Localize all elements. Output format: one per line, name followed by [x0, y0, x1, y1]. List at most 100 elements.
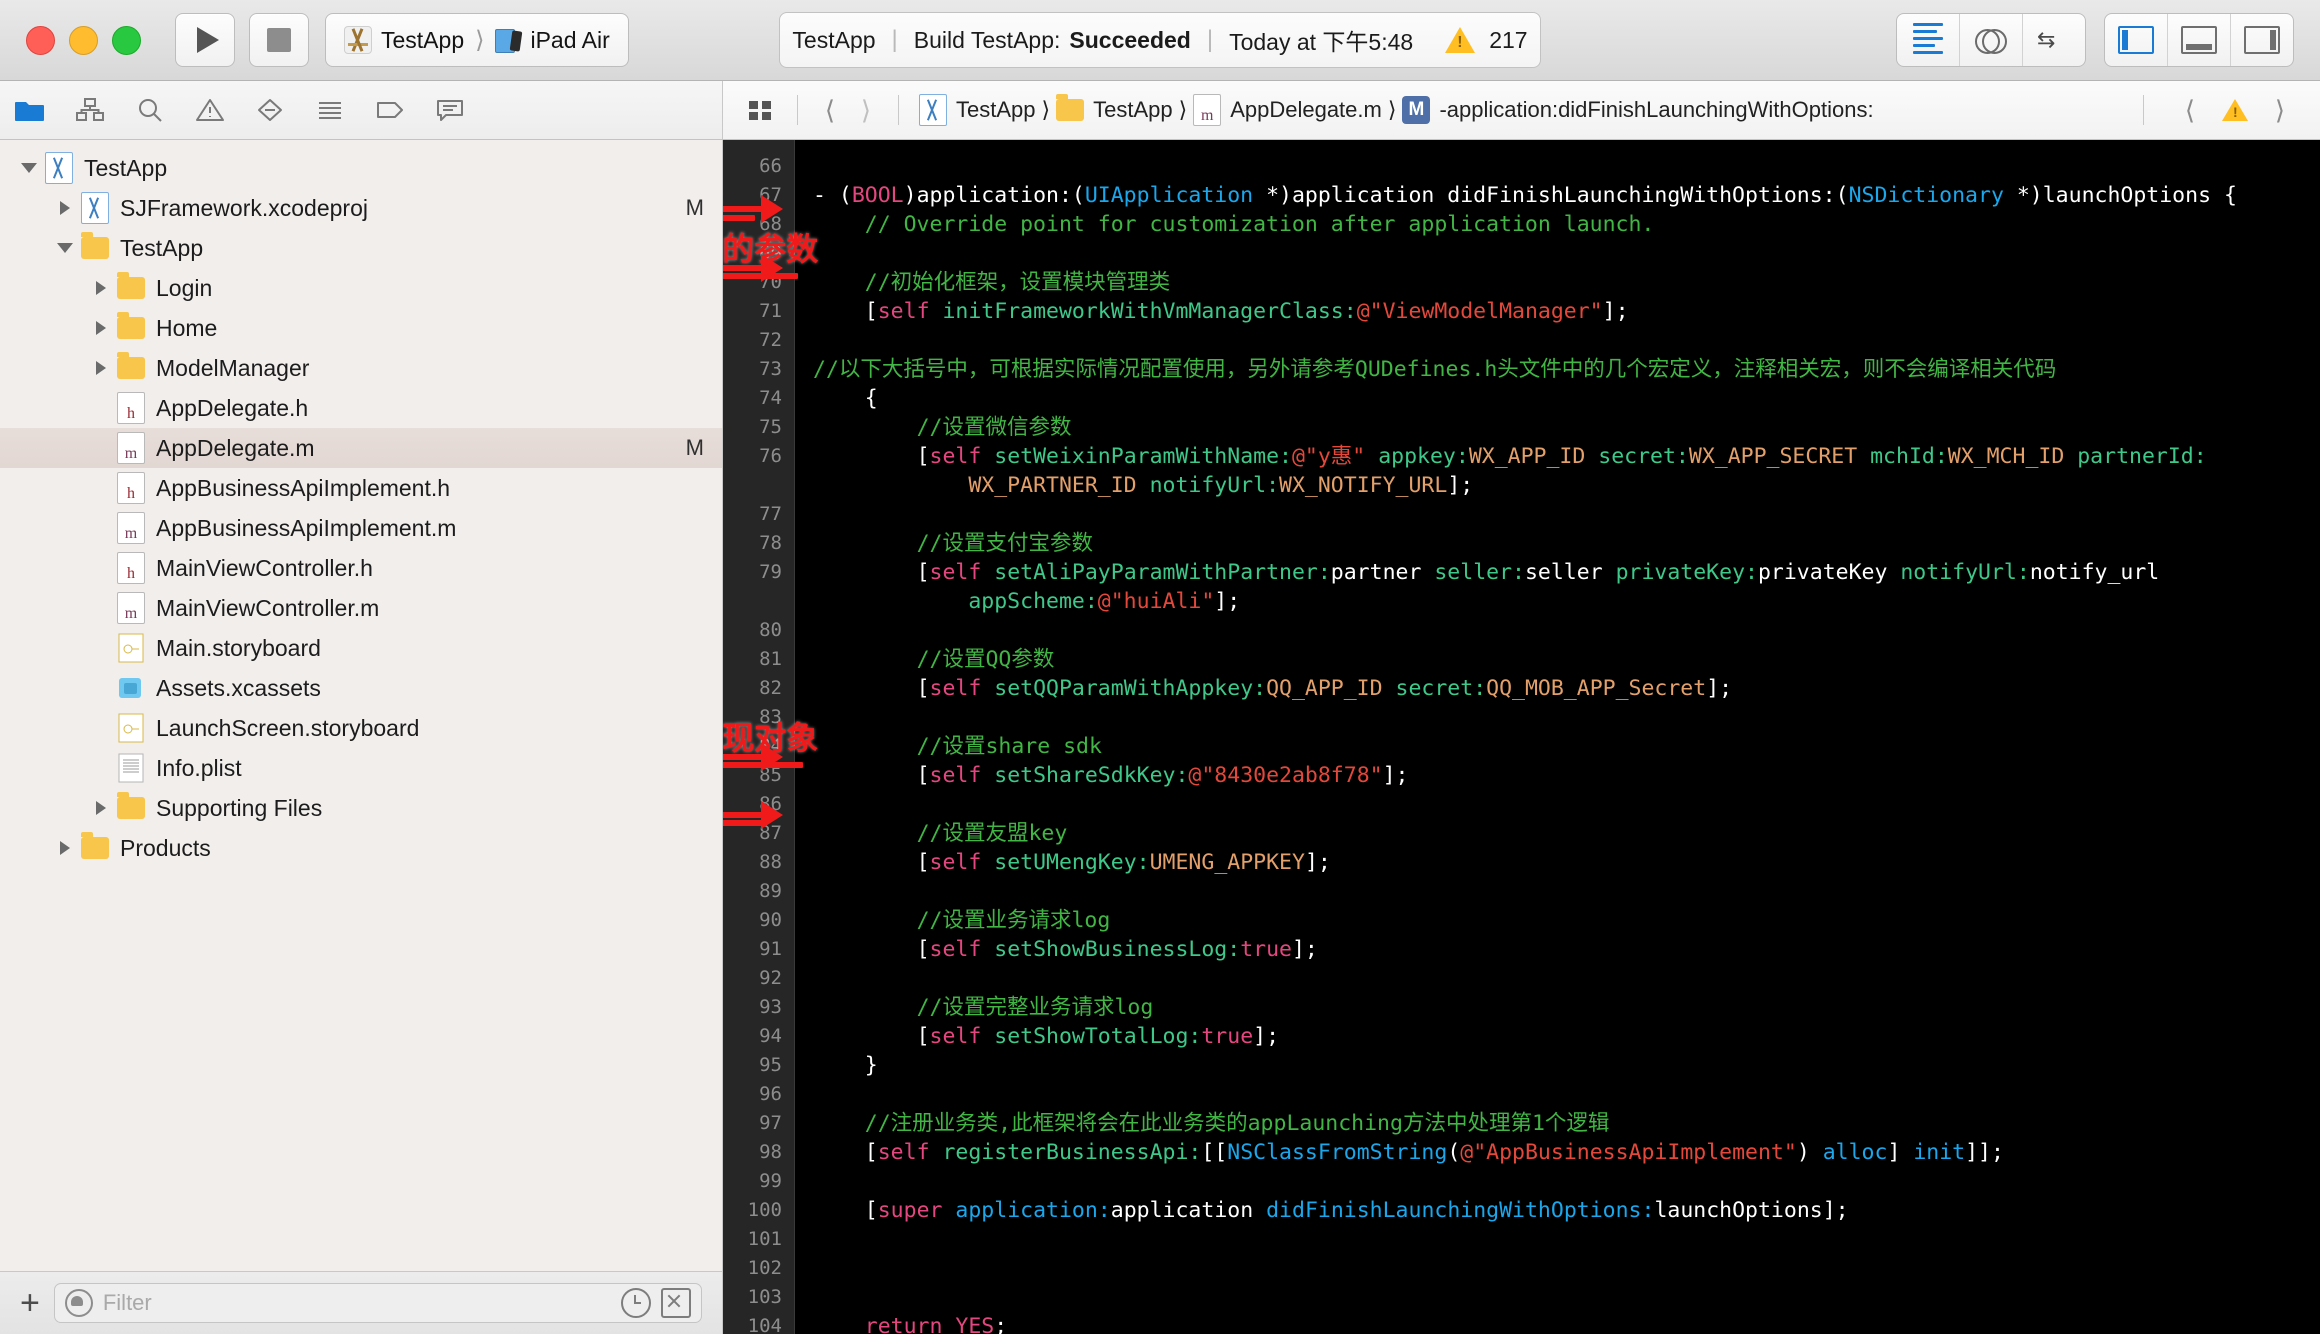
disclosure-triangle-icon[interactable]	[90, 317, 112, 339]
code-line[interactable]: //设置业务请求log	[813, 906, 2320, 935]
breadcrumb-group[interactable]: TestApp	[1050, 94, 1179, 123]
disclosure-triangle-icon[interactable]	[54, 837, 76, 859]
recent-files-icon[interactable]	[621, 1288, 651, 1318]
navigator-row-appdelegate-h[interactable]: h AppDelegate.h	[0, 388, 722, 428]
line-number[interactable]: 95	[723, 1051, 782, 1080]
scheme-selector[interactable]: TestApp ⟩ iPad Air	[325, 13, 629, 67]
line-number[interactable]: 73	[723, 355, 782, 384]
line-number[interactable]: 88	[723, 848, 782, 877]
zoom-window-button[interactable]	[112, 25, 141, 55]
editor-mode-segment[interactable]: ⇆	[1896, 13, 2086, 67]
line-number[interactable]: 75	[723, 413, 782, 442]
line-number[interactable]: 96	[723, 1080, 782, 1109]
line-number[interactable]: 81	[723, 645, 782, 674]
line-number[interactable]: 93	[723, 993, 782, 1022]
panel-toggle-segment[interactable]	[2104, 13, 2294, 67]
line-number[interactable]	[723, 471, 782, 500]
disclosure-triangle-icon[interactable]	[90, 717, 112, 739]
code-line[interactable]: //以下大括号中，可根据实际情况配置使用，另外请参考QUDefines.h头文件…	[813, 355, 2320, 384]
code-line[interactable]: [self setShowTotalLog:true];	[813, 1022, 2320, 1051]
code-line[interactable]: //设置完整业务请求log	[813, 993, 2320, 1022]
disclosure-triangle-icon[interactable]	[90, 437, 112, 459]
code-line[interactable]	[813, 239, 2320, 268]
code-line[interactable]: [super application:application didFinish…	[813, 1196, 2320, 1225]
line-number[interactable]: 104	[723, 1312, 782, 1334]
code-line[interactable]: //设置QQ参数	[813, 645, 2320, 674]
disclosure-triangle-icon[interactable]	[90, 277, 112, 299]
toggle-navigator-button[interactable]	[2105, 14, 2168, 66]
code-line[interactable]	[813, 1283, 2320, 1312]
go-forward-button[interactable]: ⟩	[848, 95, 884, 126]
source-control-navigator-tab[interactable]	[60, 81, 120, 139]
line-number[interactable]: 80	[723, 616, 782, 645]
breadcrumb-symbol[interactable]: M -application:didFinishLaunchingWithOpt…	[1396, 96, 1879, 124]
assistant-editor-button[interactable]	[1960, 14, 2023, 66]
line-number[interactable]: 78	[723, 529, 782, 558]
navigator-row-testapp[interactable]: TestApp	[0, 148, 722, 188]
code-line[interactable]: - (BOOL)application:(UIApplication *)app…	[813, 181, 2320, 210]
run-button[interactable]	[175, 13, 235, 67]
navigator-row-info-plist[interactable]: Info.plist	[0, 748, 722, 788]
filter-field[interactable]: Filter	[53, 1283, 702, 1323]
debug-navigator-tab[interactable]	[300, 81, 360, 139]
code-line[interactable]: //设置友盟key	[813, 819, 2320, 848]
code-line[interactable]: [self setUMengKey:UMENG_APPKEY];	[813, 848, 2320, 877]
navigator-row-mainviewcontroller-m[interactable]: m MainViewController.m	[0, 588, 722, 628]
code-line[interactable]: appScheme:@"huiAli"];	[813, 587, 2320, 616]
version-editor-button[interactable]: ⇆	[2023, 14, 2085, 66]
code-line[interactable]	[813, 616, 2320, 645]
disclosure-triangle-icon[interactable]	[18, 157, 40, 179]
test-navigator-tab[interactable]	[240, 81, 300, 139]
source-control-filter-icon[interactable]	[661, 1288, 691, 1318]
code-line[interactable]	[813, 152, 2320, 181]
code-line[interactable]: [self registerBusinessApi:[[NSClassFromS…	[813, 1138, 2320, 1167]
code-line[interactable]: //设置微信参数	[813, 413, 2320, 442]
disclosure-triangle-icon[interactable]	[90, 557, 112, 579]
line-number[interactable]: 92	[723, 964, 782, 993]
line-number[interactable]: 103	[723, 1283, 782, 1312]
disclosure-triangle-icon[interactable]	[54, 197, 76, 219]
line-number[interactable]: 74	[723, 384, 782, 413]
line-number[interactable]: 91	[723, 935, 782, 964]
code-line[interactable]: [self setAliPayParamWithPartner:partner …	[813, 558, 2320, 587]
breadcrumb-project[interactable]: TestApp	[913, 94, 1042, 126]
line-number[interactable]: 83	[723, 703, 782, 732]
disclosure-triangle-icon[interactable]	[90, 517, 112, 539]
line-number[interactable]: 97	[723, 1109, 782, 1138]
source-editor[interactable]: 66 67 68 69 70 71 72 73 74 75 76 77 78 79 80 81 82 83 84 85…	[723, 140, 2320, 1334]
navigator-row-assets-xcassets[interactable]: Assets.xcassets	[0, 668, 722, 708]
line-number[interactable]: 90	[723, 906, 782, 935]
code-line[interactable]: }	[813, 1051, 2320, 1080]
disclosure-triangle-icon[interactable]	[90, 797, 112, 819]
add-item-button[interactable]: +	[20, 1286, 40, 1320]
line-number[interactable]: 66	[723, 152, 782, 181]
related-items-button[interactable]	[739, 97, 783, 123]
code-line[interactable]: [self initFrameworkWithVmManagerClass:@"…	[813, 297, 2320, 326]
line-number[interactable]: 82	[723, 674, 782, 703]
go-back-button[interactable]: ⟨	[812, 95, 848, 126]
code-line[interactable]: return YES;	[813, 1312, 2320, 1334]
line-number-gutter[interactable]: 66 67 68 69 70 71 72 73 74 75 76 77 78 79 80 81 82 83 84 85…	[723, 140, 795, 1334]
line-number[interactable]: 99	[723, 1167, 782, 1196]
line-number[interactable]: 71	[723, 297, 782, 326]
code-line[interactable]: [self setWeixinParamWithName:@"y惠" appke…	[813, 442, 2320, 471]
disclosure-triangle-icon[interactable]	[54, 237, 76, 259]
toggle-debug-area-button[interactable]	[2168, 14, 2231, 66]
previous-issue-button[interactable]: ⟨	[2172, 95, 2208, 126]
line-number[interactable]: 77	[723, 500, 782, 529]
line-number[interactable]: 94	[723, 1022, 782, 1051]
navigator-row-sjframework-xcodeproj[interactable]: SJFramework.xcodeproj M	[0, 188, 722, 228]
code-line[interactable]	[813, 1167, 2320, 1196]
navigator-row-launchscreen-storyboard[interactable]: LaunchScreen.storyboard	[0, 708, 722, 748]
file-tree[interactable]: TestApp SJFramework.xcodeproj M TestApp Logi…	[0, 140, 722, 1271]
code-line[interactable]: [self setShareSdkKey:@"8430e2ab8f78"];	[813, 761, 2320, 790]
report-navigator-tab[interactable]	[420, 81, 480, 139]
navigator-row-appdelegate-m[interactable]: m AppDelegate.m M	[0, 428, 722, 468]
code-line[interactable]	[813, 703, 2320, 732]
navigator-row-main-storyboard[interactable]: Main.storyboard	[0, 628, 722, 668]
minimize-window-button[interactable]	[69, 25, 98, 55]
disclosure-triangle-icon[interactable]	[90, 357, 112, 379]
toggle-utilities-button[interactable]	[2231, 14, 2293, 66]
code-line[interactable]: {	[813, 384, 2320, 413]
navigator-row-testapp[interactable]: TestApp	[0, 228, 722, 268]
